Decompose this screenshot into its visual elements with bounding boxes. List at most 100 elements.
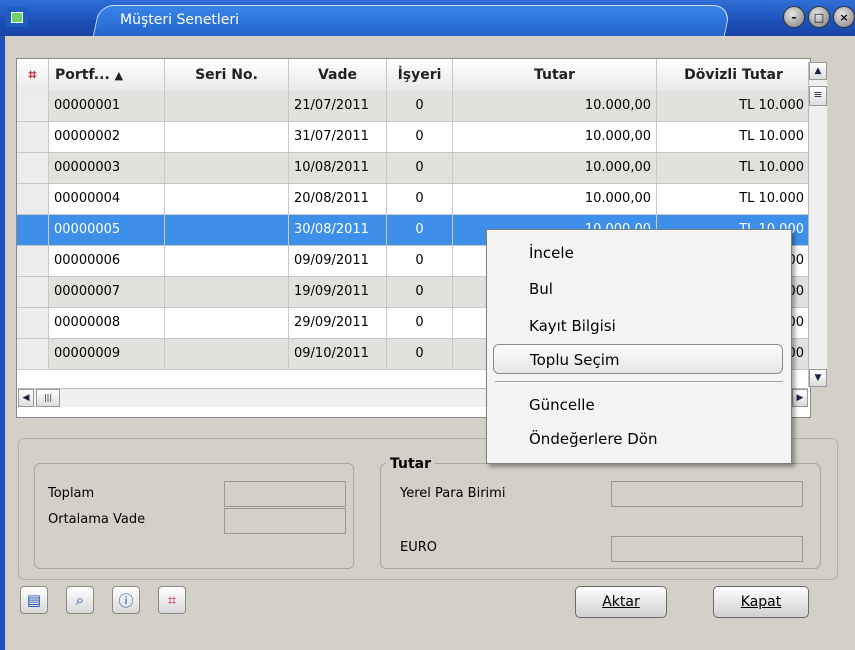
cell-vade: 31/07/2011: [289, 122, 387, 153]
cell-vade: 10/08/2011: [289, 153, 387, 184]
cell-isyeri: 0: [387, 339, 453, 370]
menu-item-toplu-secim[interactable]: Toplu Seçim: [493, 344, 783, 374]
column-header-isyeri[interactable]: İşyeri: [387, 59, 453, 91]
menu-item-ondegerlere-don[interactable]: Öndeğerlere Dön: [493, 424, 783, 454]
cell-seri-no: [165, 246, 289, 277]
cell-dovizli-tutar: TL 10.000: [657, 184, 810, 215]
cell-tutar: 10.000,00: [453, 184, 657, 215]
tutar-group-title: Tutar: [386, 456, 436, 472]
cell-tutar: 10.000,00: [453, 122, 657, 153]
cell-isyeri: 0: [387, 246, 453, 277]
column-chooser-icon[interactable]: ⌗: [17, 59, 49, 91]
table-row[interactable]: 00000001 21/07/2011 0 10.000,00 TL 10.00…: [17, 91, 810, 122]
cell-seri-no: [165, 308, 289, 339]
table-row[interactable]: 00000003 10/08/2011 0 10.000,00 TL 10.00…: [17, 153, 810, 184]
cell-portfoy: 00000001: [49, 91, 165, 122]
title-bar: Müşteri Senetleri – □ ×: [0, 0, 855, 37]
ortalama-vade-field: [224, 508, 346, 534]
scroll-down-icon[interactable]: ▼: [809, 369, 827, 387]
row-selector[interactable]: [17, 153, 49, 184]
sort-ascending-icon: ▲: [114, 69, 124, 82]
aktar-button[interactable]: Aktar: [575, 586, 667, 618]
window-menu-icon[interactable]: [6, 7, 28, 27]
row-selector[interactable]: [17, 339, 49, 370]
cell-seri-no: [165, 91, 289, 122]
yerel-para-birimi-label: Yerel Para Birimi: [400, 486, 506, 501]
scroll-thumb[interactable]: ≡: [809, 86, 827, 106]
minimize-icon[interactable]: –: [783, 6, 805, 28]
maximize-icon[interactable]: □: [808, 6, 830, 28]
cell-vade: 30/08/2011: [289, 215, 387, 246]
row-selector[interactable]: [17, 308, 49, 339]
column-header-dovizli-tutar[interactable]: Dövizli Tutar: [657, 59, 810, 91]
close-icon[interactable]: ×: [833, 6, 855, 28]
cell-seri-no: [165, 215, 289, 246]
euro-field: [611, 536, 803, 562]
preview-icon[interactable]: ▤: [20, 586, 48, 614]
cell-portfoy: 00000007: [49, 277, 165, 308]
menu-separator: [495, 381, 783, 382]
table-row[interactable]: 00000002 31/07/2011 0 10.000,00 TL 10.00…: [17, 122, 810, 153]
cell-portfoy: 00000004: [49, 184, 165, 215]
row-selector[interactable]: [17, 91, 49, 122]
table-row[interactable]: 00000004 20/08/2011 0 10.000,00 TL 10.00…: [17, 184, 810, 215]
cell-vade: 09/10/2011: [289, 339, 387, 370]
cell-isyeri: 0: [387, 308, 453, 339]
cell-vade: 09/09/2011: [289, 246, 387, 277]
cell-tutar: 10.000,00: [453, 153, 657, 184]
cell-vade: 20/08/2011: [289, 184, 387, 215]
info-icon[interactable]: ⓘ: [112, 586, 140, 614]
menu-item-incele[interactable]: İncele: [493, 238, 783, 268]
search-icon[interactable]: ⌕: [66, 586, 94, 614]
window-title: Müşteri Senetleri: [120, 12, 240, 28]
cell-isyeri: 0: [387, 184, 453, 215]
column-header-vade[interactable]: Vade: [289, 59, 387, 91]
cell-vade: 19/09/2011: [289, 277, 387, 308]
cell-portfoy: 00000002: [49, 122, 165, 153]
cell-dovizli-tutar: TL 10.000: [657, 91, 810, 122]
kapat-button[interactable]: Kapat: [713, 586, 809, 618]
cell-isyeri: 0: [387, 122, 453, 153]
row-selector[interactable]: [17, 122, 49, 153]
grid-settings-icon[interactable]: ⌗: [158, 586, 186, 614]
scroll-left-icon[interactable]: ◀: [18, 389, 34, 407]
toplam-label: Toplam: [48, 486, 95, 501]
column-header-seri-no[interactable]: Seri No.: [165, 59, 289, 91]
cell-vade: 29/09/2011: [289, 308, 387, 339]
cell-portfoy: 00000003: [49, 153, 165, 184]
row-selector[interactable]: [17, 215, 49, 246]
scroll-right-icon[interactable]: ▶: [792, 389, 808, 407]
yerel-para-birimi-field: [611, 481, 803, 507]
cell-portfoy: 00000005: [49, 215, 165, 246]
cell-seri-no: [165, 153, 289, 184]
cell-seri-no: [165, 122, 289, 153]
column-header-tutar[interactable]: Tutar: [453, 59, 657, 91]
menu-item-guncelle[interactable]: Güncelle: [493, 390, 783, 420]
cell-tutar: 10.000,00: [453, 91, 657, 122]
hscroll-thumb[interactable]: |||: [36, 389, 60, 407]
row-selector[interactable]: [17, 246, 49, 277]
menu-item-kayit-bilgisi[interactable]: Kayıt Bilgisi: [493, 311, 783, 341]
grid-header: ⌗ Portf... ▲ Seri No. Vade İşyeri Tutar …: [17, 59, 810, 92]
cell-isyeri: 0: [387, 215, 453, 246]
row-selector[interactable]: [17, 184, 49, 215]
column-header-portfoy[interactable]: Portf... ▲: [49, 59, 165, 91]
menu-item-bul[interactable]: Bul: [493, 274, 783, 304]
ortalama-vade-label: Ortalama Vade: [48, 512, 146, 527]
cell-portfoy: 00000009: [49, 339, 165, 370]
scroll-up-icon[interactable]: ▲: [809, 62, 827, 80]
vertical-scrollbar[interactable]: ▲ ≡ ▼: [808, 62, 827, 387]
cell-seri-no: [165, 184, 289, 215]
cell-isyeri: 0: [387, 277, 453, 308]
cell-portfoy: 00000008: [49, 308, 165, 339]
cell-vade: 21/07/2011: [289, 91, 387, 122]
cell-isyeri: 0: [387, 91, 453, 122]
cell-dovizli-tutar: TL 10.000: [657, 122, 810, 153]
toplam-field: [224, 481, 346, 507]
euro-label: EURO: [400, 540, 437, 555]
context-menu: İncele Bul Kayıt Bilgisi Toplu Seçim Gün…: [486, 229, 792, 464]
cell-portfoy: 00000006: [49, 246, 165, 277]
cell-seri-no: [165, 277, 289, 308]
row-selector[interactable]: [17, 277, 49, 308]
cell-dovizli-tutar: TL 10.000: [657, 153, 810, 184]
